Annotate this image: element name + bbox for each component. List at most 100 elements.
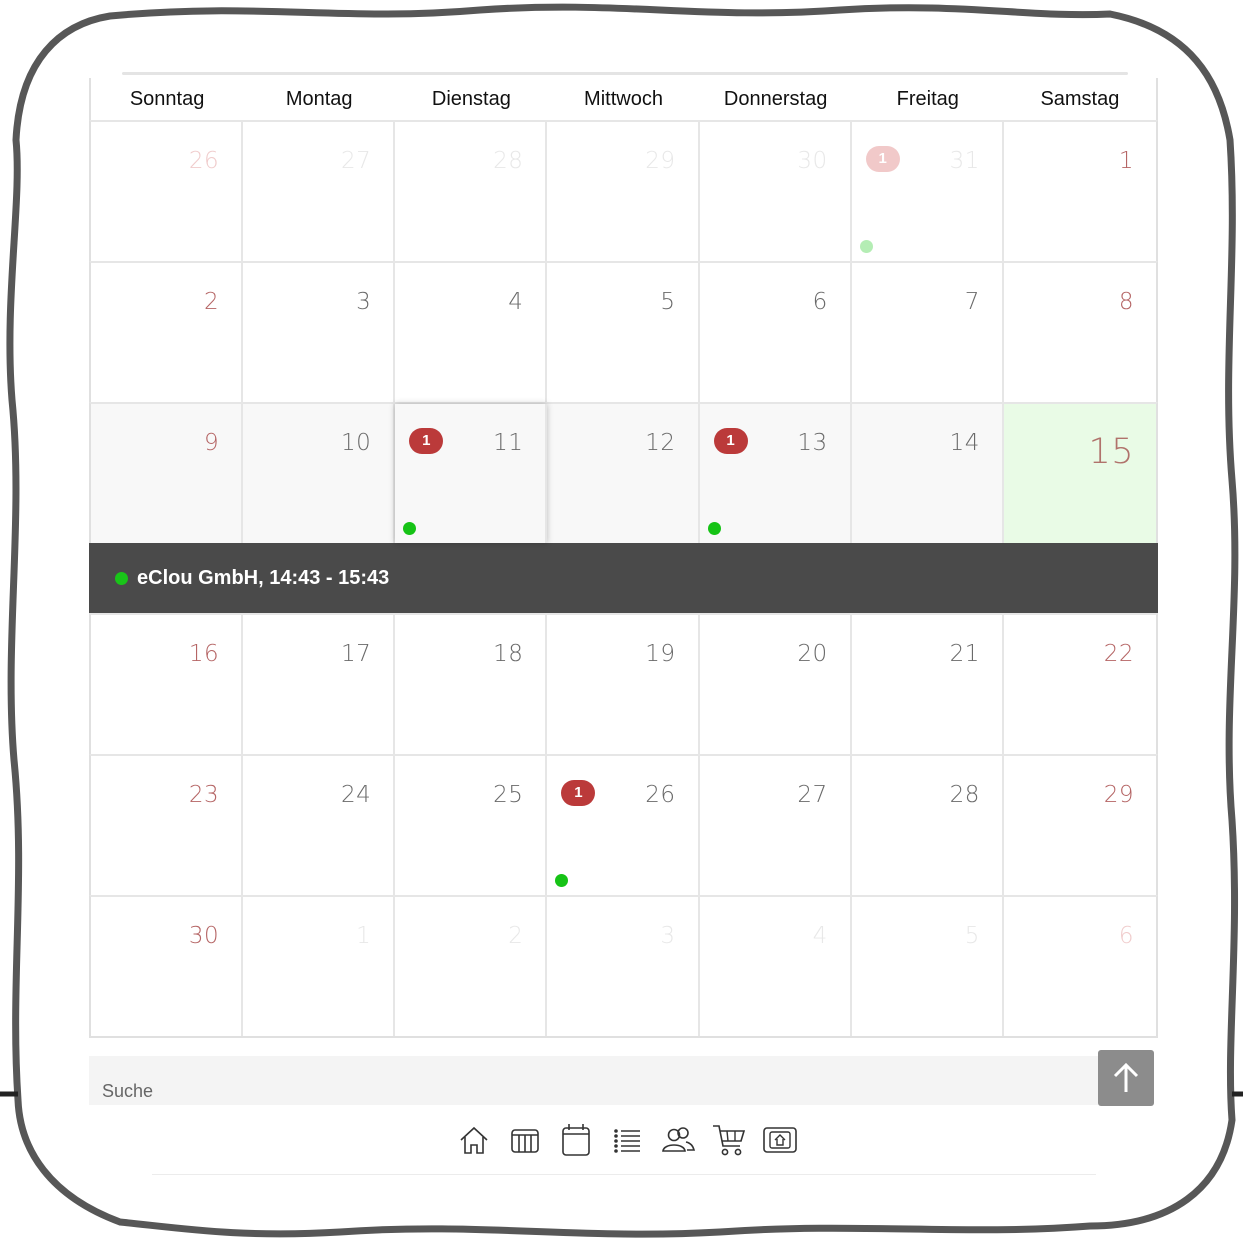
event-count-badge: 1 bbox=[713, 428, 748, 454]
event-title[interactable]: eClou GmbH, 14:43 - 15:43 bbox=[137, 567, 389, 590]
week-row: 9 10 1 11 12 1 13 14 15 bbox=[89, 402, 1158, 543]
day-cell[interactable]: 5 bbox=[852, 897, 1004, 1036]
day-cell[interactable]: 12 bbox=[547, 404, 700, 543]
day-cell[interactable]: 30 bbox=[700, 122, 852, 261]
day-cell[interactable]: 3 bbox=[243, 263, 396, 402]
day-cell[interactable]: 6 bbox=[1004, 897, 1156, 1036]
event-status-dot bbox=[859, 240, 873, 253]
day-number: 26 bbox=[645, 782, 676, 808]
day-cell[interactable]: 17 bbox=[243, 615, 396, 754]
day-number: 29 bbox=[645, 148, 676, 174]
event-count-badge: 1 bbox=[561, 780, 596, 806]
day-cell[interactable]: 25 bbox=[395, 756, 548, 895]
day-cell[interactable]: 29 bbox=[1004, 756, 1156, 895]
day-number: 26 bbox=[188, 148, 220, 174]
day-cell[interactable]: 30 bbox=[91, 897, 244, 1036]
day-number: 2 bbox=[508, 923, 524, 949]
weekday-thursday: Donnerstag bbox=[723, 88, 828, 110]
day-cell[interactable]: 2 bbox=[91, 263, 244, 402]
nav-list-button[interactable] bbox=[608, 1120, 645, 1160]
day-cell[interactable]: 4 bbox=[700, 897, 852, 1036]
day-cell[interactable]: 27 bbox=[243, 122, 396, 261]
day-cell[interactable]: 1 13 bbox=[699, 404, 852, 543]
nav-table-button[interactable] bbox=[506, 1120, 543, 1160]
weekday-tuesday: Dienstag bbox=[431, 88, 511, 110]
week-row: 16 17 18 19 20 21 22 bbox=[89, 613, 1158, 754]
day-number: 17 bbox=[341, 641, 372, 667]
week-row: 23 24 25 1 26 27 28 29 bbox=[89, 754, 1158, 895]
day-cell[interactable]: 22 bbox=[1004, 615, 1156, 754]
week-row: 2 3 4 5 6 7 8 bbox=[89, 261, 1158, 402]
nav-upload-button[interactable] bbox=[761, 1120, 798, 1160]
day-cell[interactable]: 1 bbox=[243, 897, 396, 1036]
search-input[interactable] bbox=[89, 1056, 1089, 1105]
weekday-sunday: Sonntag bbox=[129, 88, 205, 110]
day-cell[interactable]: 24 bbox=[243, 756, 396, 895]
day-number: 12 bbox=[645, 430, 676, 456]
upload-icon bbox=[762, 1127, 797, 1153]
day-cell[interactable]: 6 bbox=[700, 263, 852, 402]
day-cell[interactable]: 28 bbox=[395, 122, 548, 261]
day-number: 3 bbox=[356, 289, 372, 315]
day-number: 4 bbox=[508, 289, 524, 315]
event-detail-bar[interactable]: eClou GmbH, 14:43 - 15:43 bbox=[89, 543, 1158, 613]
day-number: 30 bbox=[797, 148, 828, 174]
day-cell[interactable]: 14 bbox=[851, 404, 1004, 543]
day-cell[interactable]: 1 31 bbox=[852, 122, 1004, 261]
day-cell[interactable]: 18 bbox=[395, 615, 548, 754]
week-row: 26 27 28 29 30 1 31 1 bbox=[89, 120, 1158, 261]
day-cell[interactable]: 7 bbox=[852, 263, 1004, 402]
day-number: 27 bbox=[341, 148, 372, 174]
day-cell[interactable]: 2 bbox=[395, 897, 548, 1036]
day-number: 25 bbox=[493, 782, 524, 808]
nav-calendar-button[interactable] bbox=[557, 1120, 594, 1160]
search-bar bbox=[89, 1056, 1154, 1105]
day-number: 13 bbox=[797, 430, 828, 456]
day-cell[interactable]: 23 bbox=[91, 756, 244, 895]
day-cell[interactable]: 26 bbox=[91, 122, 244, 261]
day-cell[interactable]: 28 bbox=[852, 756, 1004, 895]
day-number: 14 bbox=[949, 430, 980, 456]
day-cell[interactable]: 1 bbox=[1004, 122, 1156, 261]
day-number: 16 bbox=[188, 641, 220, 667]
day-cell[interactable]: 10 bbox=[243, 404, 396, 543]
day-number: 24 bbox=[341, 782, 372, 808]
day-number: 1 bbox=[1118, 148, 1134, 174]
weekday-header: Sonntag Montag Dienstag Mittwoch Donners… bbox=[89, 78, 1158, 120]
day-number: 21 bbox=[949, 641, 980, 667]
nav-users-button[interactable] bbox=[659, 1120, 696, 1160]
nav-cart-button[interactable] bbox=[710, 1120, 747, 1160]
day-number: 28 bbox=[493, 148, 524, 174]
day-cell[interactable]: 4 bbox=[395, 263, 548, 402]
day-cell[interactable]: 5 bbox=[547, 263, 700, 402]
day-cell[interactable]: 1 26 bbox=[547, 756, 700, 895]
day-cell-today[interactable]: 15 bbox=[1003, 404, 1156, 543]
scroll-to-top-button[interactable] bbox=[1098, 1050, 1154, 1106]
home-icon bbox=[459, 1126, 488, 1154]
day-cell[interactable]: 21 bbox=[852, 615, 1004, 754]
day-cell[interactable]: 19 bbox=[547, 615, 700, 754]
event-status-dot bbox=[555, 874, 569, 887]
table-icon bbox=[510, 1129, 539, 1153]
day-cell[interactable]: 8 bbox=[1004, 263, 1156, 402]
day-cell[interactable]: 3 bbox=[547, 897, 700, 1036]
day-number: 6 bbox=[812, 289, 828, 315]
event-count-badge: 1 bbox=[865, 146, 900, 172]
arrow-up-icon bbox=[1113, 1062, 1139, 1092]
day-number: 20 bbox=[797, 641, 828, 667]
day-cell[interactable]: 20 bbox=[700, 615, 852, 754]
day-cell[interactable]: 29 bbox=[547, 122, 700, 261]
day-cell[interactable]: 27 bbox=[700, 756, 852, 895]
weekday-friday: Freitag bbox=[896, 88, 959, 110]
day-number: 18 bbox=[493, 641, 524, 667]
day-cell[interactable]: 9 bbox=[91, 404, 244, 543]
day-number: 19 bbox=[645, 641, 676, 667]
day-number: 4 bbox=[812, 923, 828, 949]
event-status-dot bbox=[403, 522, 417, 535]
event-status-dot bbox=[115, 571, 128, 585]
week-row: 30 1 2 3 4 5 6 bbox=[89, 895, 1158, 1036]
day-number: 1 bbox=[356, 923, 372, 949]
day-cell[interactable]: 16 bbox=[91, 615, 244, 754]
nav-home-button[interactable] bbox=[455, 1120, 492, 1160]
day-cell[interactable]: 1 11 bbox=[395, 404, 548, 543]
